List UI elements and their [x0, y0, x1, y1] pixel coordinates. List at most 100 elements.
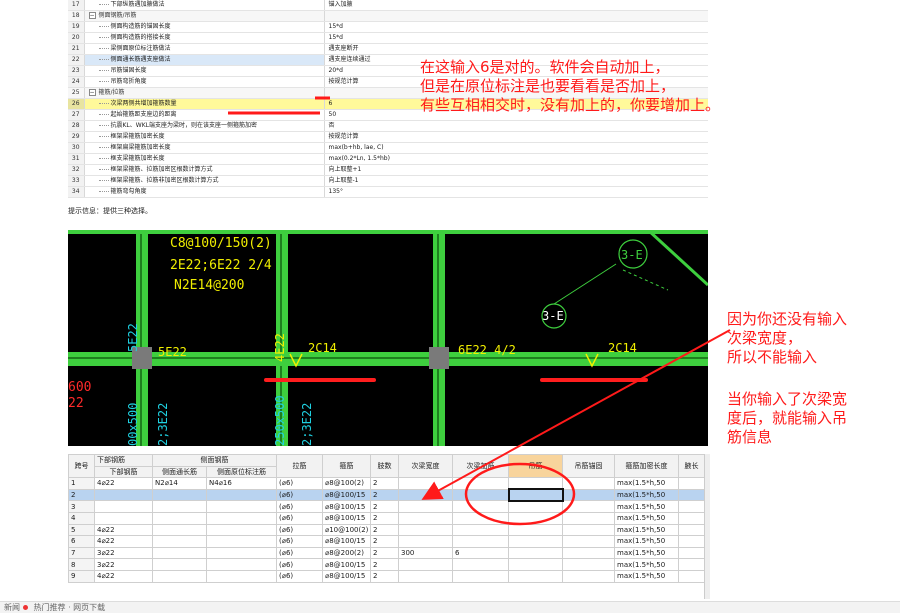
cell-side-in-situ[interactable]: [206, 569, 277, 583]
cell-stirrup[interactable]: ⌀8@100/15: [322, 500, 371, 513]
table-scrollbar[interactable]: [704, 454, 710, 599]
cell-tie-bar[interactable]: (⌀6): [276, 558, 323, 571]
property-row[interactable]: 30 框架扁梁箍筋加密长度 max(b+hb, lae, C): [68, 142, 708, 155]
cell-secondary-beam-width[interactable]: [398, 523, 453, 537]
property-row[interactable]: 20 侧面构造筋的搭接长度 15*d: [68, 32, 708, 45]
cell-dense-length[interactable]: max(1.5*h,50: [614, 511, 679, 525]
cell-stirrup[interactable]: ⌀8@100/15: [322, 488, 371, 502]
cell-haunch-length[interactable]: [678, 546, 704, 560]
header-side-in-situ[interactable]: 侧面原位标注筋: [206, 465, 277, 479]
collapse-toggle-icon[interactable]: −: [88, 12, 96, 20]
property-value[interactable]: 向上取整+1: [324, 164, 708, 177]
cell-haunch-length[interactable]: [678, 477, 704, 490]
cell-hanger-anchorage[interactable]: [562, 546, 615, 560]
cell-bottom-bars[interactable]: 3⌀22: [94, 546, 153, 560]
cell-side-in-situ[interactable]: [206, 523, 277, 537]
cell-bottom-bars[interactable]: [94, 511, 153, 525]
cell-hanger-anchorage[interactable]: [562, 523, 615, 537]
property-row[interactable]: 28 抗震KL、WKL端支座为梁时，则在该支座一侧箍筋加密 否: [68, 120, 708, 133]
header-dense-length[interactable]: 箍筋加密长度: [614, 454, 679, 479]
cell-legs[interactable]: 2: [370, 546, 399, 560]
cell-secondary-beam-stirrups[interactable]: [452, 477, 509, 490]
property-value[interactable]: 按规范计算: [324, 131, 708, 144]
cell-side-continuous[interactable]: N2⌀14: [152, 477, 207, 490]
table-row[interactable]: 7 3⌀22 (⌀6) ⌀8@200(2) 2 300 6 max(1.5*h,50: [68, 546, 704, 560]
cell-hanger-anchorage[interactable]: [562, 488, 615, 502]
cell-dense-length[interactable]: max(1.5*h,50: [614, 488, 679, 502]
cell-stirrup[interactable]: ⌀8@100(2): [322, 477, 371, 490]
cell-dense-length[interactable]: max(1.5*h,50: [614, 558, 679, 571]
property-row[interactable]: 33 框架梁箍筋、拉筋非加密区根数计算方式 向上取整-1: [68, 175, 708, 188]
cell-secondary-beam-width[interactable]: 300: [398, 546, 453, 560]
cell-secondary-beam-stirrups[interactable]: [452, 500, 509, 513]
property-row[interactable]: 21 梁侧面原位标注筋做法 遇支座断开: [68, 43, 708, 56]
cell-hanger-bar[interactable]: [508, 569, 563, 583]
header-secondary-beam-stirrups[interactable]: 次梁加筋: [452, 454, 509, 479]
table-row[interactable]: 4 (⌀6) ⌀8@100/15 2 max(1.5*h,50: [68, 511, 704, 525]
cell-tie-bar[interactable]: (⌀6): [276, 523, 323, 537]
cell-stirrup[interactable]: ⌀8@100/15: [322, 535, 371, 548]
header-hanger-bar[interactable]: 吊筋: [508, 454, 563, 479]
cell-bottom-bars[interactable]: 4⌀22: [94, 569, 153, 583]
cell-legs[interactable]: 2: [370, 558, 399, 571]
cell-bottom-bars[interactable]: [94, 500, 153, 513]
cell-stirrup[interactable]: ⌀8@100/15: [322, 558, 371, 571]
collapse-toggle-icon[interactable]: −: [88, 89, 96, 97]
property-value[interactable]: max(0.2*Ln, 1.5*hb): [324, 153, 708, 166]
property-group-row[interactable]: 18− 侧面钢筋/吊筋: [68, 10, 708, 23]
cell-stirrup[interactable]: ⌀10@100(2): [322, 523, 371, 537]
cell-side-in-situ[interactable]: [206, 488, 277, 502]
property-value[interactable]: 遇支座断开: [324, 43, 708, 56]
cell-side-continuous[interactable]: [152, 535, 207, 548]
cell-hanger-anchorage[interactable]: [562, 535, 615, 548]
property-value[interactable]: 15*d: [324, 32, 708, 45]
cell-hanger-bar[interactable]: [508, 523, 563, 537]
cell-hanger-anchorage[interactable]: [562, 511, 615, 525]
cell-legs[interactable]: 2: [370, 477, 399, 490]
cell-tie-bar[interactable]: (⌀6): [276, 488, 323, 502]
cell-hanger-bar[interactable]: [508, 546, 563, 560]
property-value[interactable]: 向上取整-1: [324, 175, 708, 188]
header-haunch-length[interactable]: 腋长: [678, 454, 704, 479]
cell-side-continuous[interactable]: [152, 558, 207, 571]
cell-secondary-beam-stirrups[interactable]: 6: [452, 546, 509, 560]
property-row[interactable]: 29 框架梁箍筋加密长度 按规范计算: [68, 131, 708, 144]
cell-dense-length[interactable]: max(1.5*h,50: [614, 546, 679, 560]
cell-haunch-length[interactable]: [678, 523, 704, 537]
cell-secondary-beam-stirrups[interactable]: [452, 535, 509, 548]
cell-side-continuous[interactable]: [152, 511, 207, 525]
table-row[interactable]: 8 3⌀22 (⌀6) ⌀8@100/15 2 max(1.5*h,50: [68, 558, 704, 571]
cell-legs[interactable]: 2: [370, 535, 399, 548]
cell-hanger-anchorage[interactable]: [562, 500, 615, 513]
cell-side-in-situ[interactable]: [206, 535, 277, 548]
cell-bottom-bars[interactable]: [94, 488, 153, 502]
cell-hanger-bar[interactable]: [508, 500, 563, 513]
property-row[interactable]: 34 箍筋弯勾角度 135°: [68, 186, 708, 199]
cell-haunch-length[interactable]: [678, 569, 704, 583]
cell-hanger-anchorage[interactable]: [562, 558, 615, 571]
cell-hanger-bar[interactable]: [508, 558, 563, 571]
cell-secondary-beam-stirrups[interactable]: [452, 558, 509, 571]
cell-hanger-bar[interactable]: [508, 511, 563, 525]
property-row[interactable]: 32 框架梁箍筋、拉筋加密区根数计算方式 向上取整+1: [68, 164, 708, 177]
cell-haunch-length[interactable]: [678, 535, 704, 548]
cell-legs[interactable]: 2: [370, 511, 399, 525]
table-row[interactable]: 6 4⌀22 (⌀6) ⌀8@100/15 2 max(1.5*h,50: [68, 535, 704, 548]
cell-side-continuous[interactable]: [152, 500, 207, 513]
status-news[interactable]: 新闻: [4, 603, 20, 612]
property-value[interactable]: 135°: [324, 186, 708, 199]
cell-dense-length[interactable]: max(1.5*h,50: [614, 477, 679, 490]
cell-legs[interactable]: 2: [370, 488, 399, 502]
header-side-continuous[interactable]: 侧面通长筋: [152, 465, 207, 479]
cell-side-continuous[interactable]: [152, 569, 207, 583]
header-span-number[interactable]: 跨号: [68, 454, 95, 479]
property-row[interactable]: 19 侧面构造筋的锚固长度 15*d: [68, 21, 708, 34]
cell-secondary-beam-width[interactable]: [398, 535, 453, 548]
cell-haunch-length[interactable]: [678, 558, 704, 571]
cell-secondary-beam-stirrups[interactable]: [452, 511, 509, 525]
header-tie-bar[interactable]: 拉筋: [276, 454, 323, 479]
cell-side-in-situ[interactable]: [206, 500, 277, 513]
table-row[interactable]: 2 (⌀6) ⌀8@100/15 2 max(1.5*h,50: [68, 488, 704, 502]
cell-bottom-bars[interactable]: 4⌀22: [94, 477, 153, 490]
property-value[interactable]: 否: [324, 120, 708, 133]
